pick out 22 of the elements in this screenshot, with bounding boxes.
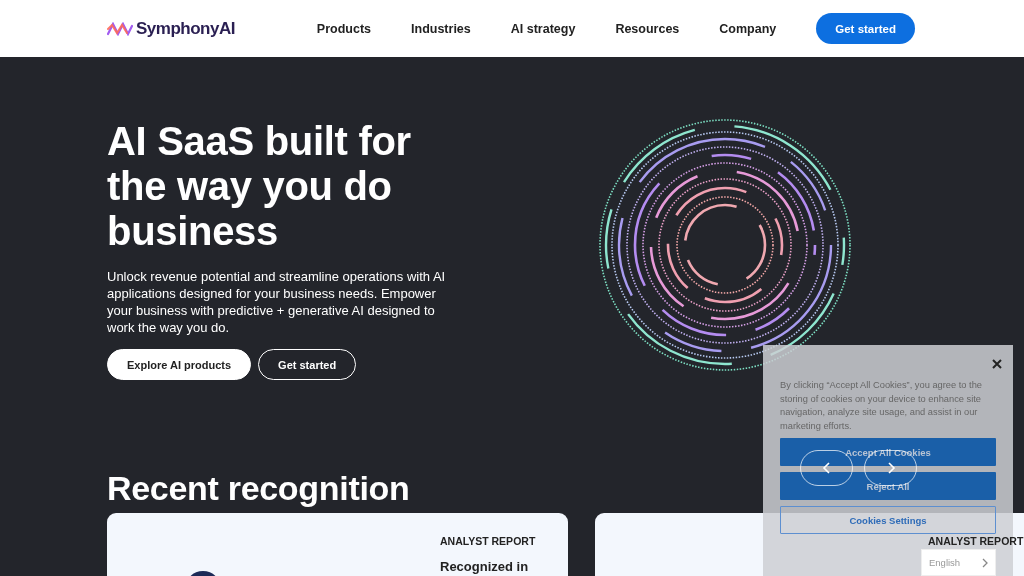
waves-logo-icon bbox=[107, 21, 133, 36]
nav-link[interactable]: Products bbox=[316, 21, 372, 36]
language-label: English bbox=[929, 557, 961, 568]
section-heading: Recent recognition bbox=[107, 468, 410, 508]
close-button[interactable] bbox=[992, 359, 1002, 369]
card-category: ANALYST REPORT bbox=[928, 535, 1024, 547]
logo-link[interactable]: SymphonyAI bbox=[107, 18, 235, 39]
card-title: Recognized in bbox=[440, 559, 530, 574]
hero-description: Unlock revenue potential and streamline operations with AI applications designed for your business needs. Empower your business with predictive + generative AI designed to work the way you do. bbox=[107, 268, 447, 336]
nav-link[interactable]: Company bbox=[719, 21, 777, 36]
nav-link[interactable]: Industries bbox=[411, 21, 471, 36]
get-started-button[interactable]: Get started bbox=[816, 13, 915, 44]
cookie-notice-text: By clicking “Accept All Cookies”, you agree to the storing of cookies on your device to enhance site navigation, analyze site usage, and assist in our marketing efforts. bbox=[780, 379, 984, 433]
nav-link[interactable]: AI strategy bbox=[510, 21, 576, 36]
close-icon bbox=[992, 359, 1002, 369]
nav-link[interactable]: Resources bbox=[615, 21, 680, 36]
cookie-button[interactable]: Cookies Settings bbox=[780, 506, 996, 534]
report-card[interactable]: ANALYST REPORT Recognized in bbox=[107, 513, 568, 576]
explore-button[interactable]: Explore AI products bbox=[107, 349, 252, 380]
chevron-right-icon bbox=[982, 557, 988, 568]
card-category: ANALYST REPORT bbox=[440, 535, 537, 547]
hero-heading: AI SaaS built for the way you do business bbox=[107, 119, 412, 254]
